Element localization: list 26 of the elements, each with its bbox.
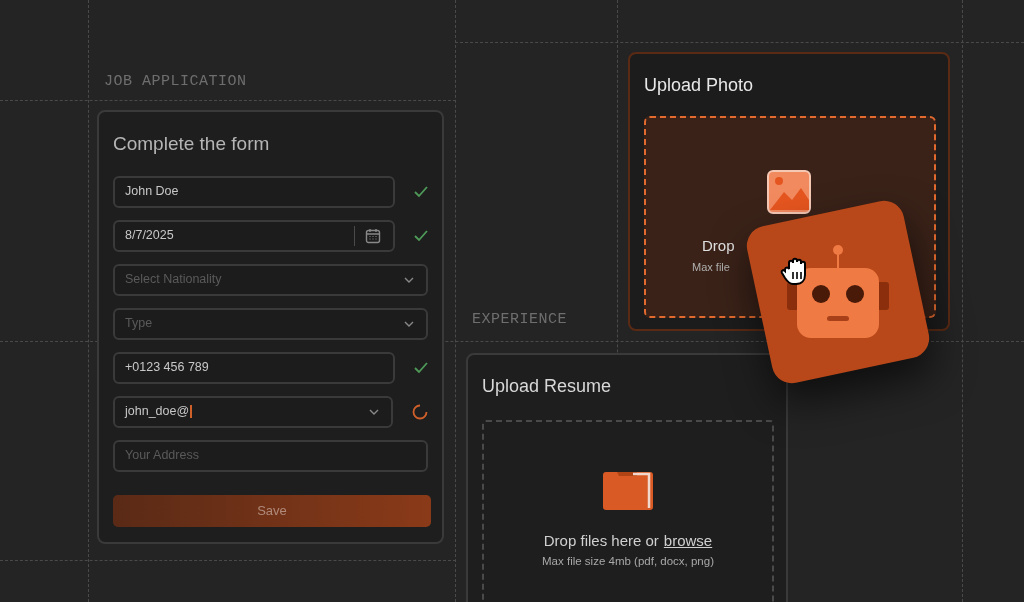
chevron-down-icon	[404, 320, 414, 327]
drop-text: Drop	[702, 238, 736, 253]
drop-instruction: Drop files here or	[543, 531, 659, 551]
checkmark-icon	[414, 229, 428, 242]
card-title: Upload Resume	[482, 375, 613, 398]
checkmark-icon	[414, 185, 428, 198]
input-field[interactable]: +0123 456 789	[113, 351, 395, 384]
text-cursor	[190, 405, 192, 418]
folder-icon	[603, 472, 653, 510]
calendar-icon[interactable]	[365, 227, 381, 244]
section-label: EXPERIENCE	[472, 310, 567, 330]
input-field[interactable]: John Doe	[113, 175, 395, 208]
drop-zone[interactable]: Drop files here or browse Max file size 4mb (pdf, docx, png)	[482, 420, 774, 602]
card-title: Upload Photo	[644, 74, 755, 97]
image-icon	[767, 170, 811, 214]
checkmark-icon	[414, 361, 428, 374]
loading-spinner-icon	[412, 403, 428, 420]
file-size-hint: Max file	[692, 260, 730, 275]
chevron-down-icon	[369, 408, 379, 415]
file-size-hint: Max file size 4mb (pdf, docx, png)	[542, 553, 714, 569]
browse-link[interactable]: browse	[663, 530, 713, 553]
form-title: Complete the form	[113, 132, 271, 156]
chevron-down-icon	[404, 276, 414, 283]
section-label: JOB APPLICATION	[104, 72, 247, 92]
date-field[interactable]: 8/7/2025	[113, 219, 395, 252]
dropdown-field[interactable]: john_doe@	[113, 395, 393, 428]
